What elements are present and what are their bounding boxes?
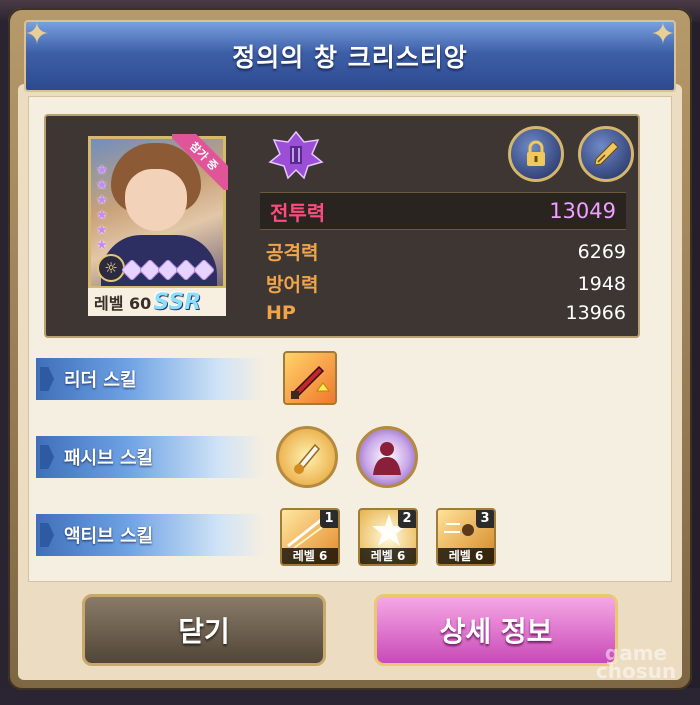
defense-value: 1948 bbox=[577, 272, 626, 295]
rarity-badge: SSR bbox=[153, 289, 202, 315]
ornament-right-icon: ✦ bbox=[650, 17, 676, 52]
active-skill-2-icon[interactable]: 2 레벨 6 bbox=[358, 508, 418, 566]
join-badge-label: 참가 중 bbox=[172, 134, 228, 190]
combat-power-value: 13049 bbox=[549, 199, 616, 223]
background-bottom-bar bbox=[0, 688, 700, 705]
lock-button[interactable] bbox=[508, 126, 564, 182]
combat-power-row: 전투력 13049 bbox=[260, 192, 626, 230]
silhouette-icon bbox=[373, 442, 401, 475]
sword-icon bbox=[291, 365, 330, 399]
close-button[interactable]: 닫기 bbox=[82, 594, 326, 666]
active-skill-1-icon[interactable]: 1 레벨 6 bbox=[280, 508, 340, 566]
skill-number: 3 bbox=[476, 510, 494, 528]
defense-label: 방어력 bbox=[266, 274, 319, 296]
star-icon: ★ bbox=[96, 238, 108, 253]
watermark-logo: game chosun bbox=[595, 641, 677, 683]
star-icon: ★ bbox=[96, 178, 108, 193]
active-skill-label: 액티브 스킬 bbox=[36, 514, 264, 556]
card-level: 레벨 60 bbox=[94, 294, 152, 313]
skill-level: 레벨 6 bbox=[282, 548, 338, 564]
hp-label: HP bbox=[266, 302, 296, 324]
leader-skill-text: 리더 스킬 bbox=[64, 370, 137, 391]
active-skill-text: 액티브 스킬 bbox=[64, 526, 154, 547]
attack-value: 6269 bbox=[577, 240, 626, 263]
dialog-header: 정의의 창 크리스티앙 bbox=[24, 20, 676, 92]
gem-icon bbox=[192, 258, 216, 282]
pen-icon bbox=[594, 141, 619, 166]
star-icon: ★ bbox=[96, 223, 108, 238]
skill-level: 레벨 6 bbox=[360, 548, 416, 564]
chevron-right-icon bbox=[40, 445, 54, 469]
leader-skill-label: 리더 스킬 bbox=[36, 358, 264, 400]
hp-value: 13966 bbox=[565, 302, 626, 324]
attack-row: 공격력 6269 bbox=[266, 238, 626, 265]
chevron-right-icon bbox=[40, 367, 54, 391]
star-icon: ★ bbox=[96, 208, 108, 223]
attack-label: 공격력 bbox=[266, 242, 319, 264]
dialog-title: 정의의 창 크리스티앙 bbox=[232, 43, 468, 72]
lock-icon bbox=[527, 140, 545, 166]
star-icon: ★ bbox=[96, 163, 108, 178]
passive-skill-1-icon[interactable] bbox=[276, 426, 338, 488]
leader-skill-icon[interactable] bbox=[283, 351, 337, 405]
skill-number: 2 bbox=[398, 510, 416, 528]
join-badge: 참가 중 bbox=[172, 134, 228, 190]
passive-skill-label: 패시브 스킬 bbox=[36, 436, 264, 478]
awakening-gems bbox=[120, 258, 216, 282]
combat-power-label: 전투력 bbox=[270, 200, 326, 225]
passive-skill-text: 패시브 스킬 bbox=[64, 448, 154, 469]
edit-button[interactable] bbox=[578, 126, 634, 182]
skill-level: 레벨 6 bbox=[438, 548, 494, 564]
star-icon: ★ bbox=[96, 193, 108, 208]
element-sun-icon: ☼ bbox=[97, 254, 125, 282]
star-rating: ★ ★ ★ ★ ★ ★ bbox=[96, 164, 108, 253]
chevron-right-icon bbox=[40, 523, 54, 547]
class-emblem-icon bbox=[268, 130, 324, 180]
card-level-bar: 레벨 60 SSR bbox=[88, 286, 226, 316]
defense-row: 방어력 1948 bbox=[266, 270, 626, 297]
hp-row: HP 13966 bbox=[266, 302, 626, 324]
passive-skill-2-icon[interactable] bbox=[356, 426, 418, 488]
skill-number: 1 bbox=[320, 510, 338, 528]
blade-icon bbox=[293, 443, 321, 475]
active-skill-3-icon[interactable]: 3 레벨 6 bbox=[436, 508, 496, 566]
ornament-left-icon: ✦ bbox=[24, 17, 50, 52]
